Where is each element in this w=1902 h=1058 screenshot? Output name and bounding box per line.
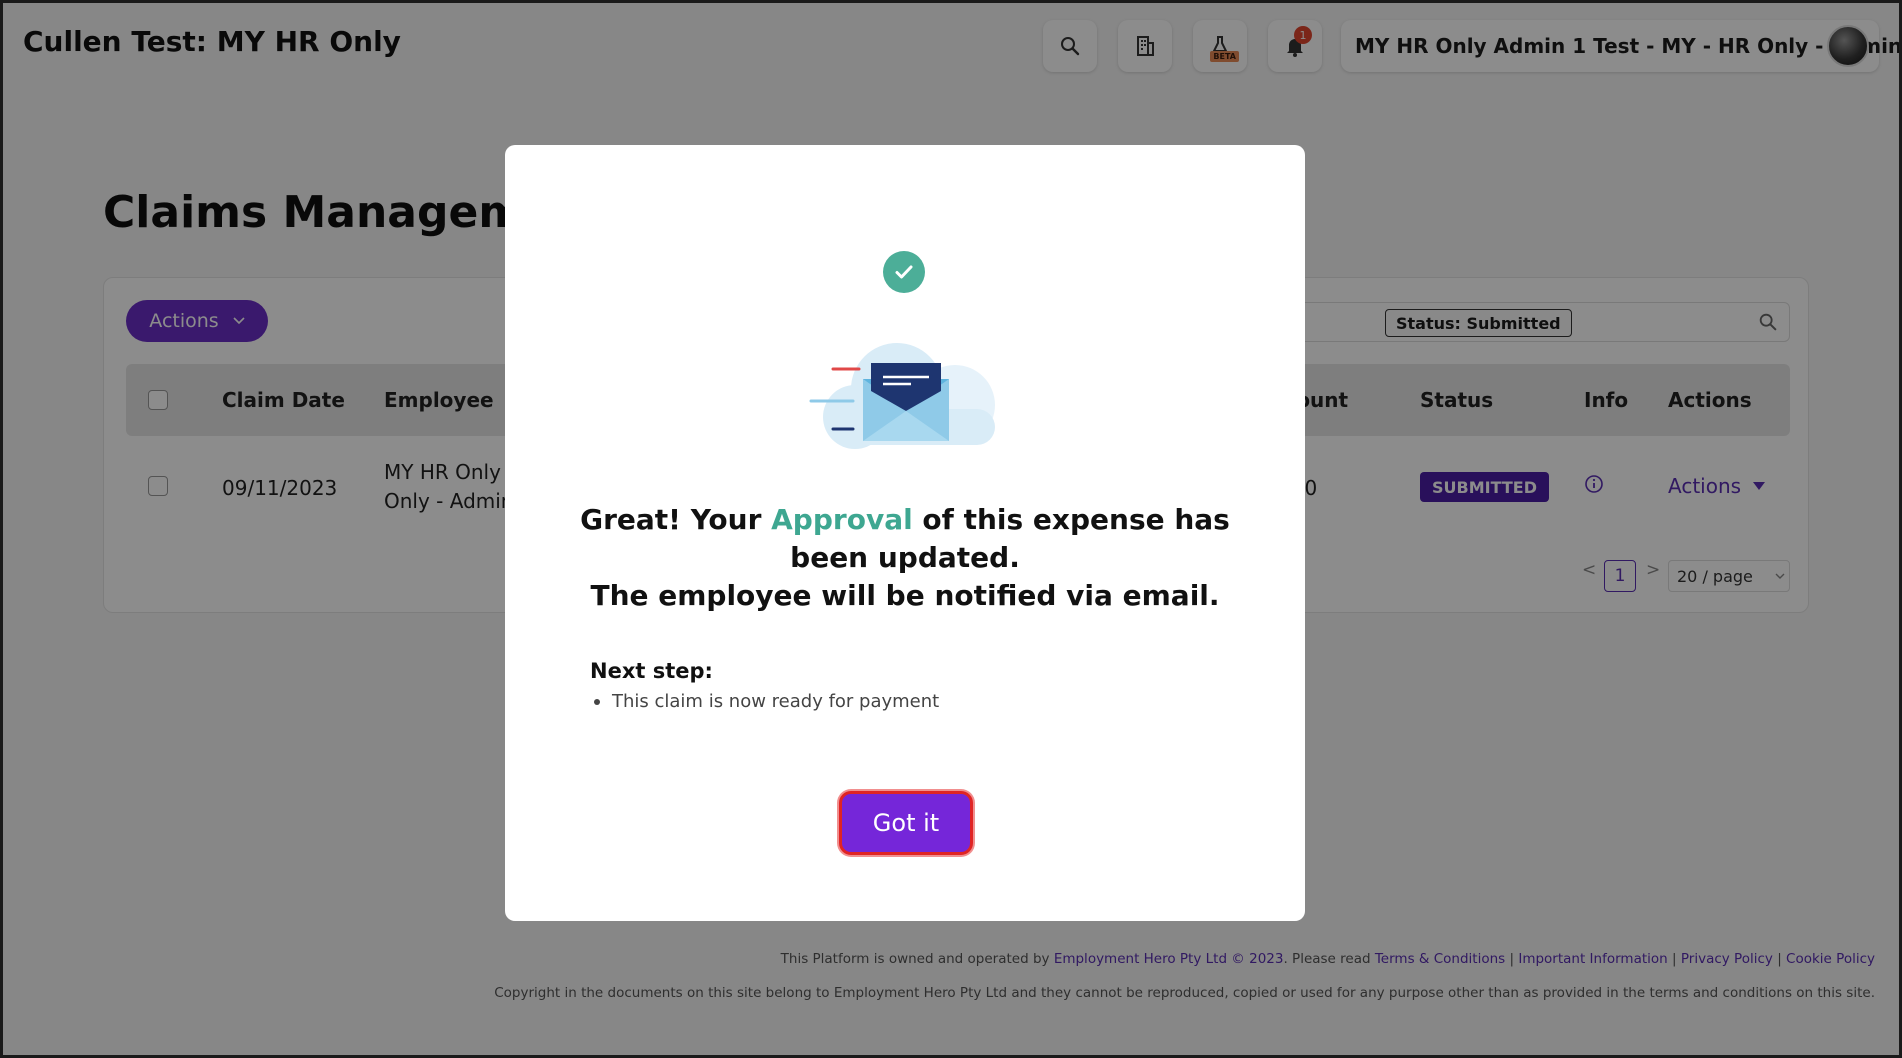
bullet-icon	[594, 698, 600, 705]
next-step-title: Next step:	[590, 659, 713, 683]
next-step-item: This claim is now ready for payment	[590, 691, 939, 712]
confirmation-message: Great! Your Approval of this expense has…	[565, 501, 1245, 615]
message-line2: The employee will be notified via email.	[590, 579, 1220, 612]
envelope-cloud-illustration	[809, 343, 995, 449]
app-window: Cullen Test: MY HR Only BETA 1 MY HR Onl…	[0, 0, 1902, 1058]
approval-confirmation-modal: Great! Your Approval of this expense has…	[505, 145, 1305, 921]
message-part1: Great! Your	[580, 503, 772, 536]
got-it-button[interactable]: Got it	[839, 791, 973, 855]
message-accent: Approval	[771, 503, 913, 536]
next-step-text: This claim is now ready for payment	[612, 691, 940, 712]
success-check-icon	[883, 251, 925, 293]
